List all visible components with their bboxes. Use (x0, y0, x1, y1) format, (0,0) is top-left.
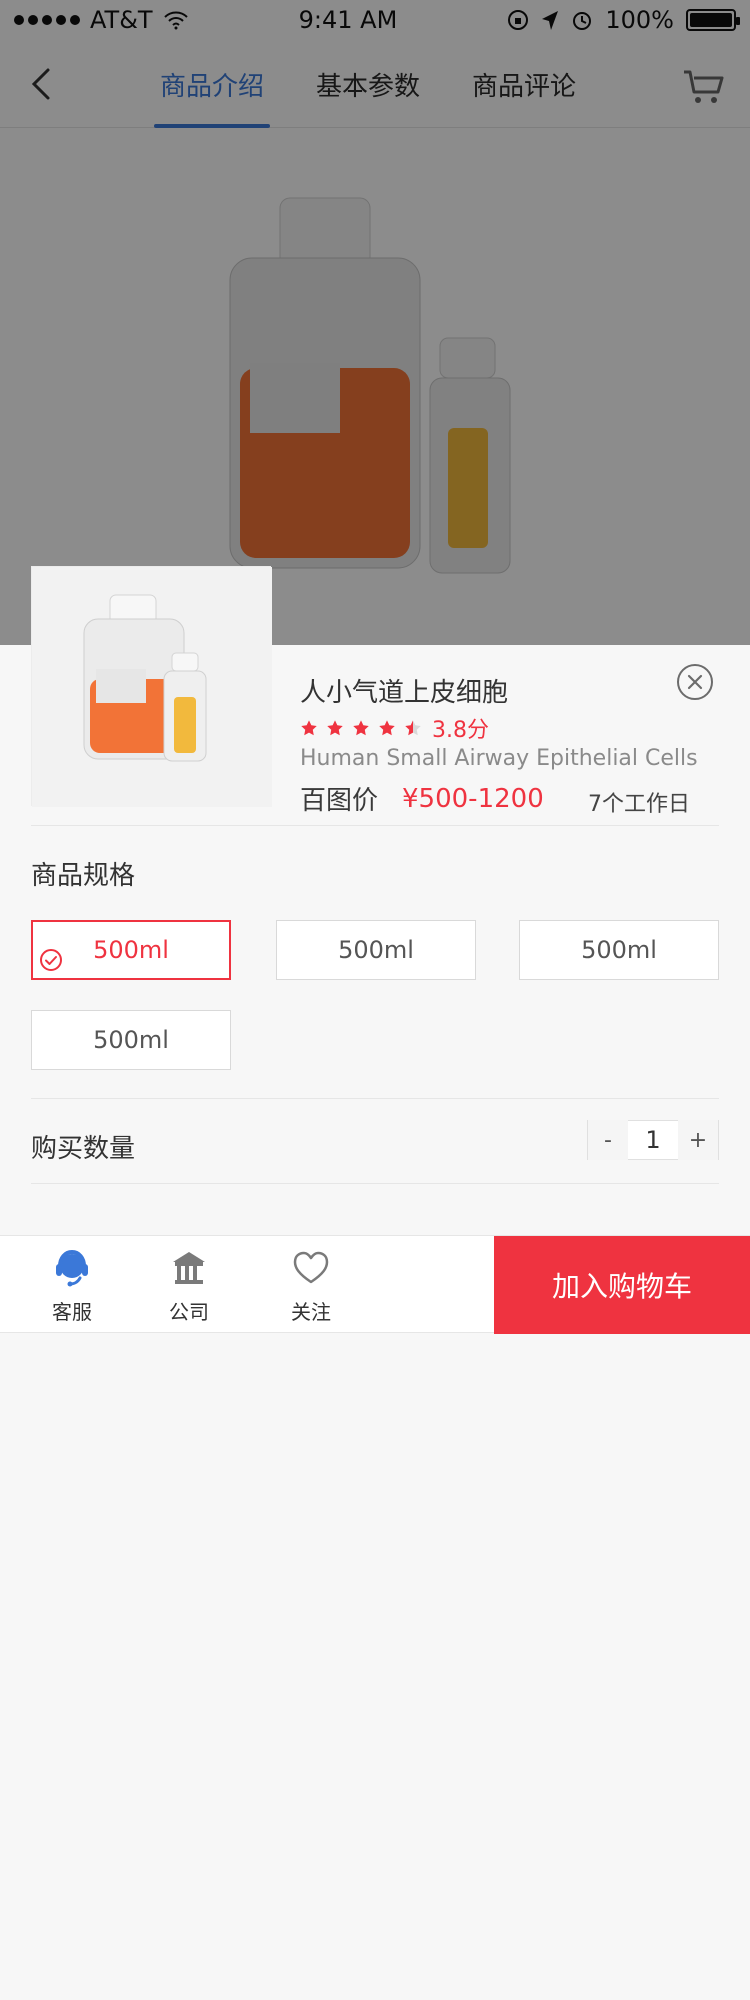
stars (300, 719, 422, 737)
add-to-cart-label: 加入购物车 (551, 1270, 692, 1303)
close-button[interactable] (677, 664, 713, 700)
price-label: 百图价 (300, 786, 379, 816)
divider (31, 825, 719, 826)
rating: 3.8分 (300, 712, 489, 744)
minus-label: - (604, 1127, 612, 1153)
product-subtitle: Human Small Airway Epithelial Cells (300, 746, 698, 771)
close-icon (687, 674, 703, 690)
spec-option[interactable]: 500ml (31, 1010, 231, 1070)
follow-label: 关注 (291, 1300, 331, 1324)
lead-time: 7个工作日 (588, 792, 690, 817)
check-circle-icon (40, 949, 62, 971)
plus-label: + (688, 1127, 708, 1153)
star-icon (353, 720, 369, 736)
company-label: 公司 (169, 1300, 209, 1324)
spec-option[interactable]: 500ml (519, 920, 719, 980)
headset-icon (56, 1249, 88, 1287)
star-icon (301, 720, 317, 736)
spec-title: 商品规格 (31, 861, 136, 891)
service-button[interactable]: 客服 (22, 1246, 122, 1326)
follow-button[interactable]: 关注 (261, 1246, 361, 1326)
product-title: 人小气道上皮细胞 (300, 678, 509, 708)
bottom-action-bar: 客服 公司 关注 加入购物车 (0, 1235, 750, 1334)
company-button[interactable]: 公司 (139, 1246, 239, 1326)
quantity-stepper: - 1 + (587, 1120, 719, 1160)
service-label: 客服 (52, 1300, 92, 1324)
spec-label: 500ml (338, 936, 414, 964)
quantity-minus-button[interactable]: - (588, 1120, 628, 1160)
spec-option[interactable]: 500ml (31, 920, 231, 980)
star-icon (379, 720, 395, 736)
quantity-plus-button[interactable]: + (678, 1120, 718, 1160)
divider (31, 1183, 719, 1184)
star-half-icon (405, 720, 421, 736)
spec-label: 500ml (93, 1026, 169, 1054)
star-icon (327, 720, 343, 736)
quantity-value[interactable]: 1 (628, 1126, 678, 1154)
spec-label: 500ml (581, 936, 657, 964)
product-thumbnail-image (32, 567, 272, 807)
product-thumbnail (31, 566, 272, 807)
add-to-cart-button[interactable]: 加入购物车 (494, 1236, 750, 1334)
spec-label: 500ml (93, 936, 169, 964)
rating-score: 3.8分 (432, 718, 489, 743)
bank-icon (173, 1252, 205, 1284)
heart-icon (293, 1251, 329, 1284)
quantity-title: 购买数量 (31, 1134, 136, 1164)
price-row: 百图价 ¥500-1200 (300, 780, 544, 817)
price-value: ¥500-1200 (402, 783, 544, 814)
spec-option[interactable]: 500ml (276, 920, 476, 980)
dim-overlay (0, 0, 750, 648)
divider (31, 1098, 719, 1099)
